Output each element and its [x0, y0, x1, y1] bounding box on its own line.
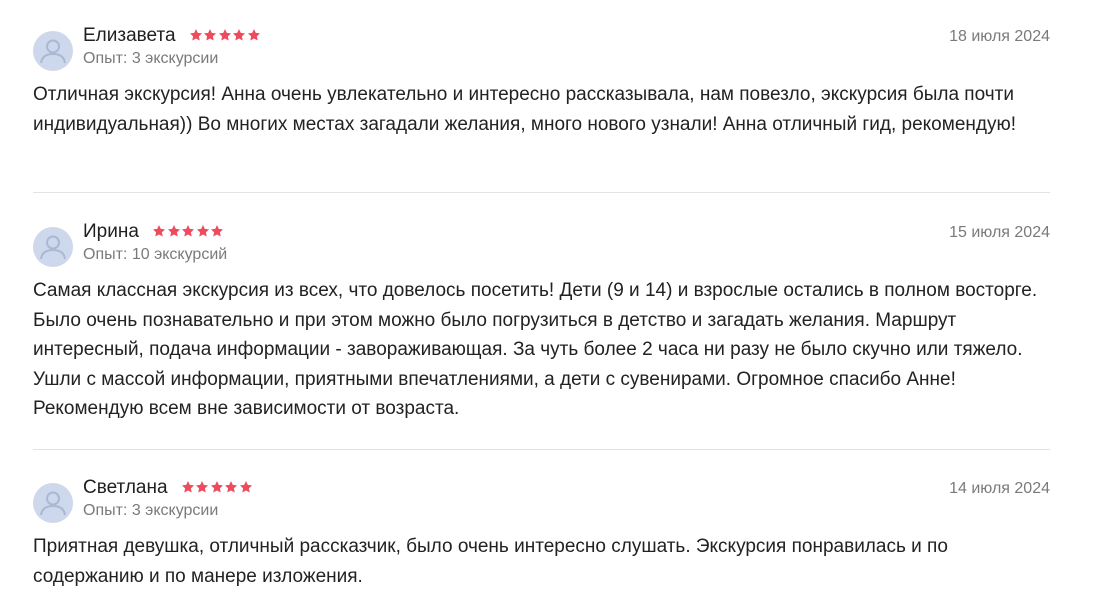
user-avatar-icon — [33, 483, 73, 523]
star-icon — [195, 480, 209, 494]
rating-stars — [189, 25, 262, 49]
author-experience: Опыт: 3 экскурсии — [83, 50, 219, 67]
star-icon — [232, 28, 246, 42]
review-date: 18 июля 2024 — [949, 28, 1050, 45]
review-card: Светлана Опыт: 3 экскурсии 14 июля 2024 … — [33, 476, 1050, 591]
review-text: Самая классная экскурсия из всех, что до… — [33, 280, 1038, 419]
review-header: Ирина Опыт: 10 экскурсий 15 июля 2024 — [33, 220, 1050, 276]
star-icon — [181, 224, 195, 238]
reviews-list: Елизавета Опыт: 3 экскурсии 18 июля 2024… — [0, 0, 1101, 607]
review-card: Елизавета Опыт: 3 экскурсии 18 июля 2024… — [33, 24, 1050, 139]
rating-stars — [152, 221, 225, 245]
author-name: Елизавета — [83, 25, 176, 46]
review-header: Светлана Опыт: 3 экскурсии 14 июля 2024 — [33, 476, 1050, 532]
star-icon — [218, 28, 232, 42]
author-line: Светлана — [83, 476, 253, 501]
rating-stars — [181, 477, 254, 501]
star-icon — [203, 28, 217, 42]
author-line: Елизавета — [83, 24, 261, 49]
user-avatar-icon — [33, 227, 73, 267]
review-text: Приятная девушка, отличный рассказчик, б… — [33, 536, 948, 587]
star-icon — [210, 480, 224, 494]
review-date: 14 июля 2024 — [949, 480, 1050, 497]
star-icon — [167, 224, 181, 238]
star-icon — [196, 224, 210, 238]
star-icon — [239, 480, 253, 494]
author-experience: Опыт: 10 экскурсий — [83, 246, 228, 263]
author-name: Светлана — [83, 477, 168, 498]
user-avatar-icon — [33, 31, 73, 71]
author-name: Ирина — [83, 221, 139, 242]
review-divider — [33, 449, 1050, 450]
review-card: Ирина Опыт: 10 экскурсий 15 июля 2024 Са… — [33, 220, 1050, 424]
author-line: Ирина — [83, 220, 225, 245]
review-divider — [33, 192, 1050, 193]
star-icon — [247, 28, 261, 42]
star-icon — [210, 224, 224, 238]
star-icon — [224, 480, 238, 494]
author-experience: Опыт: 3 экскурсии — [83, 502, 219, 519]
star-icon — [181, 480, 195, 494]
review-header: Елизавета Опыт: 3 экскурсии 18 июля 2024 — [33, 24, 1050, 80]
review-text: Отличная экскурсия! Анна очень увлекател… — [33, 84, 1016, 135]
review-date: 15 июля 2024 — [949, 224, 1050, 241]
star-icon — [189, 28, 203, 42]
star-icon — [152, 224, 166, 238]
